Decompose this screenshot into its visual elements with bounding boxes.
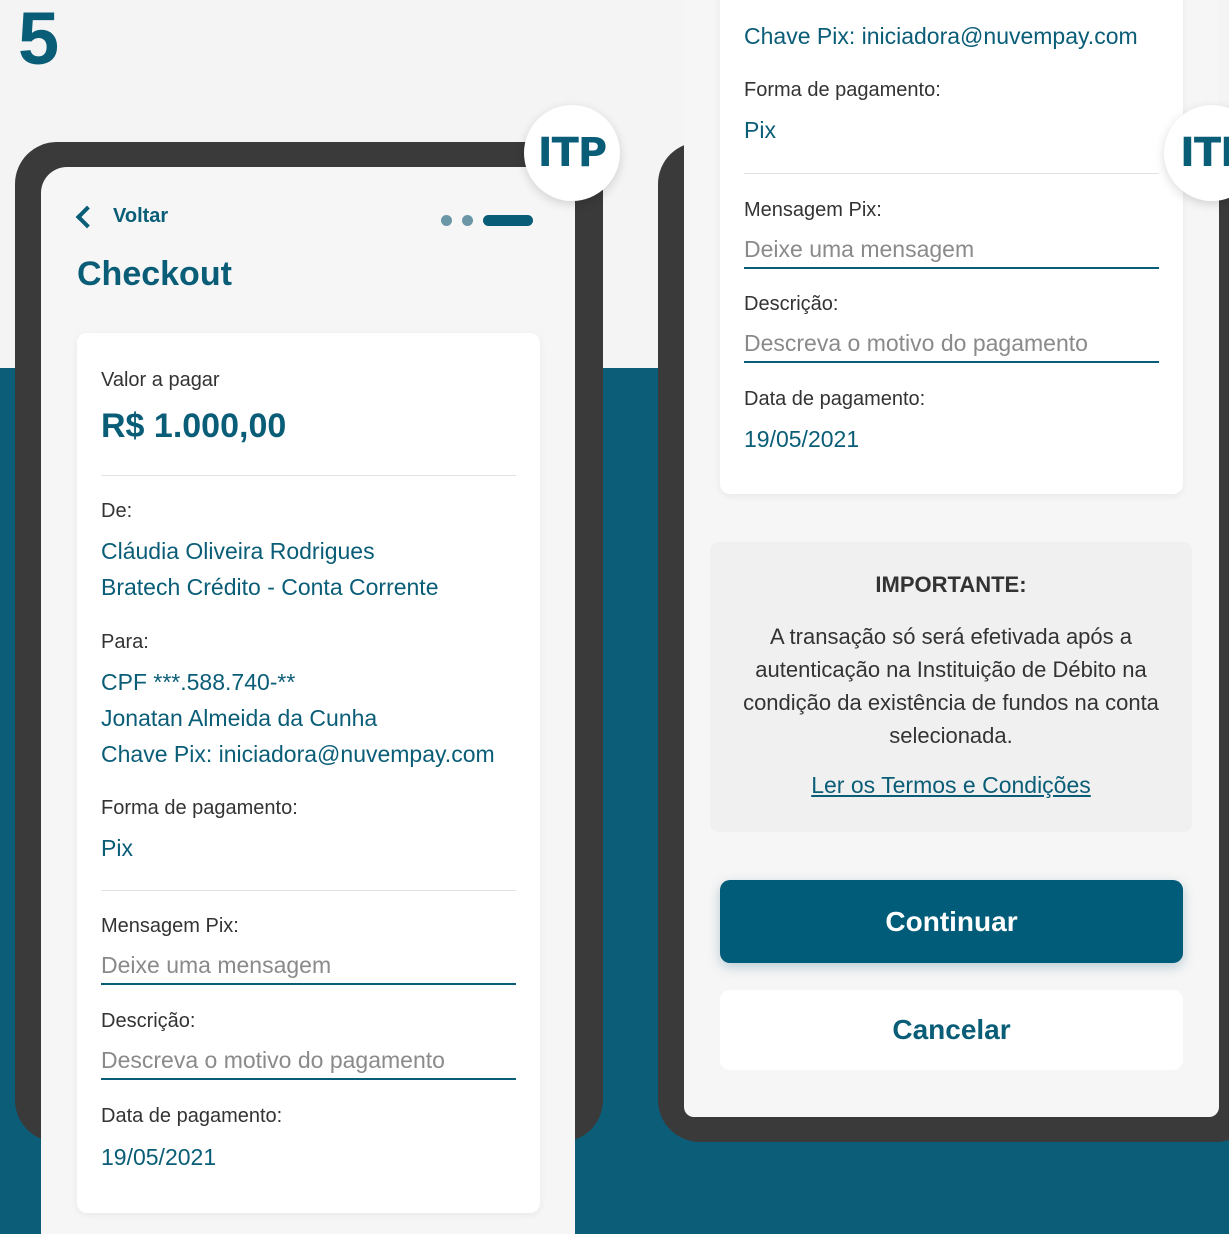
step-dot-active [483, 215, 533, 226]
message-input[interactable]: Deixe uma mensagem [101, 947, 516, 985]
itp-badge: ITP [524, 105, 620, 201]
amount-value: R$ 1.000,00 [101, 407, 287, 445]
cancel-button[interactable]: Cancelar [720, 990, 1183, 1070]
chevron-left-icon [75, 205, 99, 228]
checkout-screen-left: Voltar Checkout Valor a pagar R$ 1.000,0… [41, 167, 575, 1234]
to-name: Jonatan Almeida da Cunha [101, 705, 378, 731]
message-label: Mensagem Pix: [744, 199, 882, 221]
notice-body: A transação só será efetivada após a aut… [743, 624, 1159, 748]
terms-link[interactable]: Ler os Termos e Condições [710, 772, 1192, 799]
payment-summary-card-continued: Chave Pix: iniciadora@nuvempay.com Forma… [720, 0, 1183, 494]
step-number: 5 [18, 0, 60, 80]
continue-button[interactable]: Continuar [720, 880, 1183, 963]
important-notice: IMPORTANTE: A transação só será efetivad… [710, 542, 1192, 832]
to-label: Para: [101, 631, 149, 653]
date-value: 19/05/2021 [101, 1144, 217, 1170]
amount-label: Valor a pagar [101, 369, 220, 391]
description-label: Descrição: [744, 293, 839, 315]
back-label: Voltar [113, 205, 169, 227]
step-progress [441, 215, 533, 226]
date-label: Data de pagamento: [101, 1105, 283, 1127]
method-label: Forma de pagamento: [101, 797, 298, 819]
back-button[interactable]: Voltar [75, 205, 168, 228]
description-label: Descrição: [101, 1010, 196, 1032]
divider [101, 890, 516, 891]
divider [744, 173, 1159, 174]
step-dot [441, 215, 452, 226]
to-pix-key: Chave Pix: iniciadora@nuvempay.com [744, 23, 1138, 49]
checkout-screen-right: Chave Pix: iniciadora@nuvempay.com Forma… [684, 0, 1219, 1117]
from-account: Bratech Crédito - Conta Corrente [101, 574, 439, 600]
step-dot [462, 215, 473, 226]
method-value: Pix [101, 835, 133, 861]
date-label: Data de pagamento: [744, 388, 926, 410]
divider [101, 475, 516, 476]
payment-summary-card: Valor a pagar R$ 1.000,00 De: Cláudia Ol… [77, 333, 540, 1213]
from-label: De: [101, 500, 133, 522]
to-cpf: CPF ***.588.740-** [101, 669, 296, 695]
from-name: Cláudia Oliveira Rodrigues [101, 538, 375, 564]
method-label: Forma de pagamento: [744, 79, 941, 101]
method-value: Pix [744, 117, 776, 143]
notice-title: IMPORTANTE: [875, 572, 1027, 597]
date-value: 19/05/2021 [744, 426, 860, 452]
description-input[interactable]: Descreva o motivo do pagamento [101, 1042, 516, 1080]
page-title: Checkout [77, 255, 232, 293]
message-input[interactable]: Deixe uma mensagem [744, 231, 1159, 269]
message-label: Mensagem Pix: [101, 915, 239, 937]
to-pix-key: Chave Pix: iniciadora@nuvempay.com [101, 741, 495, 767]
description-input[interactable]: Descreva o motivo do pagamento [744, 325, 1159, 363]
